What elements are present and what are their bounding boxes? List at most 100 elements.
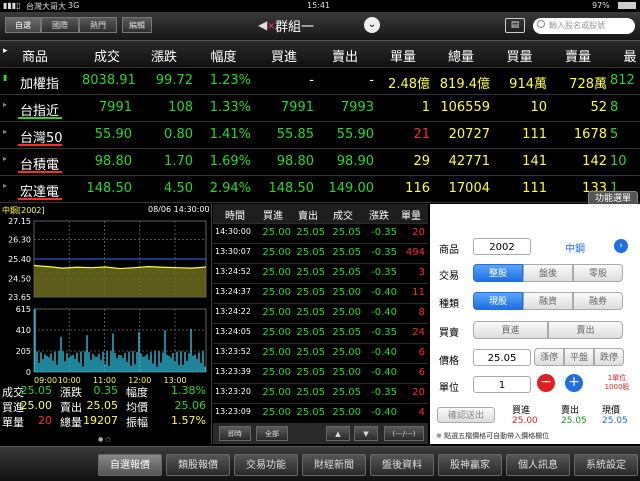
plus-icon[interactable]: + <box>565 374 583 392</box>
tab-2[interactable]: 交易功能 <box>234 454 298 476</box>
chart-stat-value2: 19207 <box>83 414 118 427</box>
trade-opt-regular[interactable]: 整股 <box>473 264 523 282</box>
quote-header-name[interactable]: 商品 <box>22 46 82 65</box>
quote-row[interactable]: ▸ 宏達電 148.50 4.50 2.94% 148.50 149.00 116 17004 1… <box>0 176 640 203</box>
limit-up-button[interactable]: 漲停 <box>534 348 564 366</box>
tab-5[interactable]: 股神贏家 <box>438 454 502 476</box>
trade-opt-oddlot[interactable]: 零股 <box>573 264 623 282</box>
expand-icon[interactable]: ▸ <box>3 46 8 56</box>
all-button[interactable]: 全部 <box>256 426 288 441</box>
quote-header-ask[interactable]: 賣出 <box>316 46 374 65</box>
product-code-input[interactable]: 2002 <box>473 238 531 255</box>
trade-cell: -0.40 <box>371 347 397 358</box>
chevron-right-icon[interactable]: › <box>614 239 628 253</box>
mute-icon[interactable]: ◀✕ <box>258 18 275 32</box>
segment-popular[interactable]: 熱門 <box>79 17 117 33</box>
edit-button[interactable]: 編輯 <box>122 17 152 33</box>
trade-cell: 25.05 <box>332 327 361 338</box>
scroll-up-icon[interactable]: ▲ <box>326 426 350 441</box>
side-buy-button[interactable]: 買進 <box>473 321 548 339</box>
trade-cell: 25.00 <box>332 407 361 418</box>
chart-stats: 成交 25.05 漲跌 0.35 幅度 1.38% 買進 25.00 賣出 25.05 均價 25.0… <box>0 384 211 444</box>
quote-row[interactable]: ▸ 台指近 7991 108 1.33% 7991 7993 1 106559 10 52 8 <box>0 95 640 122</box>
chevron-down-icon[interactable]: ⌄ <box>364 17 380 33</box>
quote-cell-ask: - <box>369 73 374 88</box>
trade-cell: 25.00 <box>332 307 361 318</box>
tab-6[interactable]: 個人訊息 <box>506 454 570 476</box>
minus-icon[interactable]: − <box>537 374 555 392</box>
summary-buy-value: 25.00 <box>512 416 538 426</box>
quote-cell-bidvol: 111 <box>522 127 547 142</box>
trade-cell: 4 <box>418 407 425 418</box>
kind-opt-cash[interactable]: 現股 <box>473 292 523 310</box>
trade-cell: 8 <box>418 307 425 318</box>
segment-favorites[interactable]: 自選 <box>5 17 41 33</box>
realtime-button[interactable]: 即時 <box>219 426 251 441</box>
quote-cell-chg: 99.72 <box>155 73 193 88</box>
segment-international[interactable]: 國際 <box>41 17 79 33</box>
trade-cell: 25.05 <box>296 227 325 238</box>
trade-cell: 13:23:20 <box>215 387 251 396</box>
trade-cell: 20 <box>412 227 425 238</box>
chart-stat-label3: 幅度 <box>126 386 148 399</box>
trade-row: 13:24:22 25.00 25.05 25.00 -0.40 8 <box>213 304 428 324</box>
tab-0[interactable]: 自選報價 <box>98 454 162 476</box>
battery-icon <box>618 2 636 9</box>
scroll-down-icon[interactable]: ▼ <box>354 426 378 441</box>
trade-cell: 25.00 <box>262 227 291 238</box>
quote-cell-ask: 55.90 <box>336 127 374 142</box>
trade-cell: 25.00 <box>262 267 291 278</box>
trade-opt-afterhours[interactable]: 盤後 <box>523 264 573 282</box>
unit-input[interactable]: 1 <box>473 376 531 393</box>
chart-stat-value: 25.00 <box>20 399 53 412</box>
quote-header-askvol[interactable]: 賣量 <box>549 46 607 65</box>
trade-cell: -0.40 <box>371 407 397 418</box>
quote-row[interactable]: ▸ 台灣50 55.90 0.80 1.41% 55.85 55.90 21 20727 111 1… <box>0 122 640 149</box>
status-bar: ▮▮▮▯ 台灣大哥大 3G 15:41 97% <box>0 0 640 12</box>
trade-label: 交易 <box>439 271 459 282</box>
tab-4[interactable]: 盤後資料 <box>370 454 434 476</box>
chart-header: 中鋼[2002] 08/06 14:30:00 <box>0 204 211 217</box>
quote-cell-price: 55.90 <box>94 127 132 142</box>
limit-down-button[interactable]: 跌停 <box>594 348 624 366</box>
trade-cell: 25.05 <box>296 407 325 418</box>
quote-header-total[interactable]: 總量 <box>432 46 490 65</box>
quote-header-high[interactable]: 最 <box>610 46 640 65</box>
summary-price-value: 25.05 <box>602 416 628 426</box>
volume-tick-label: 205 <box>16 347 31 356</box>
quote-header-vol[interactable]: 單量 <box>376 46 430 65</box>
tab-3[interactable]: 財經新聞 <box>302 454 366 476</box>
function-menu-button[interactable]: 功能選單 <box>588 191 638 205</box>
product-name: 中鋼 <box>565 244 585 255</box>
chart-stat-label3: 均價 <box>126 401 148 414</box>
submit-button[interactable]: 確認送出 <box>437 407 495 423</box>
tab-7[interactable]: 系統設定 <box>574 454 638 476</box>
quote-header-chg[interactable]: 漲跌 <box>135 46 193 65</box>
flat-price-button[interactable]: 平盤 <box>564 348 594 366</box>
trade-cell: -0.35 <box>371 327 397 338</box>
side-sell-button[interactable]: 賣出 <box>548 321 623 339</box>
trade-cell: 25.05 <box>332 247 361 258</box>
trade-row: 13:23:20 25.00 25.05 25.05 -0.35 20 <box>213 384 428 404</box>
price-input[interactable]: 25.05 <box>473 349 531 366</box>
quote-header-pct[interactable]: 幅度 <box>196 46 251 65</box>
quote-header-bidvol[interactable]: 買量 <box>492 46 547 65</box>
quote-header-bid[interactable]: 買進 <box>254 46 314 65</box>
tab-1[interactable]: 類股報價 <box>166 454 230 476</box>
quote-header-price[interactable]: 成交 <box>82 46 132 65</box>
search-input[interactable]: 輸入股名或股號 <box>533 18 635 34</box>
product-label: 商品 <box>439 245 459 256</box>
row-accent-bar <box>18 198 62 200</box>
group-title[interactable]: 群組一 <box>275 16 314 35</box>
quote-row[interactable]: ▸ 台積電 98.80 1.70 1.69% 98.80 98.90 29 42771 141 14… <box>0 149 640 176</box>
kind-opt-margin[interactable]: 融資 <box>523 292 573 310</box>
network-label: 3G <box>68 1 80 10</box>
carrier-label: 台灣大哥大 <box>26 2 66 11</box>
quote-cell-chg: 108 <box>168 100 193 115</box>
trade-cell: 25.00 <box>332 287 361 298</box>
quote-cell-chg: 4.50 <box>164 181 193 196</box>
quote-row[interactable]: ▮ 加權指 8038.91 99.72 1.23% - -2.48億 819.4億 914萬 72… <box>0 68 640 95</box>
book-icon[interactable]: ▤ <box>505 18 525 33</box>
kind-opt-short[interactable]: 融券 <box>573 292 623 310</box>
quote-cell-vol: 2.48億 <box>388 77 430 92</box>
